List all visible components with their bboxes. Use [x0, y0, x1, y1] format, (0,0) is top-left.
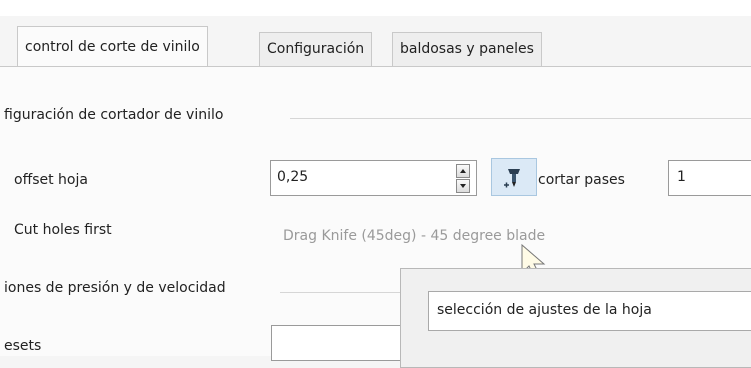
section-title-cutter: figuración de cortador de vinilo: [4, 107, 224, 123]
cut-passes-input[interactable]: 1: [668, 160, 751, 196]
tab-label: Configuración: [267, 41, 365, 57]
spin-up-button[interactable]: [456, 164, 470, 178]
presets-label: esets: [4, 338, 42, 354]
popup-title: selección de ajustes de la hoja: [437, 302, 652, 318]
arrow-down-icon: [460, 184, 466, 188]
arrow-up-icon: [460, 169, 466, 173]
tab-label: control de corte de vinilo: [25, 39, 200, 55]
section-divider: [280, 292, 400, 293]
window-top-strip: [0, 0, 751, 16]
section-title-pressure-speed: iones de presión y de velocidad: [4, 280, 226, 296]
spin-down-button[interactable]: [456, 179, 470, 193]
tab-configuracion[interactable]: Configuración: [259, 32, 373, 66]
spinner-buttons: [456, 164, 470, 194]
tab-label: baldosas y paneles: [400, 41, 534, 57]
cut-passes-value: 1: [677, 169, 686, 185]
cut-passes-label: cortar pases: [538, 172, 625, 188]
blade-offset-value: 0,25: [277, 169, 309, 185]
blade-preset-button[interactable]: [491, 158, 537, 196]
tab-tiles-panels[interactable]: baldosas y paneles: [392, 32, 542, 66]
tab-vinyl-cutter-control[interactable]: control de corte de vinilo: [17, 26, 208, 67]
section-divider: [290, 118, 751, 119]
drag-knife-icon: [504, 169, 520, 188]
blade-type-hint: Drag Knife (45deg) - 45 degree blade: [283, 228, 546, 244]
blade-offset-spinbox[interactable]: 0,25: [270, 160, 477, 196]
blade-settings-popup: selección de ajustes de la hoja: [400, 268, 751, 368]
popup-title-field[interactable]: selección de ajustes de la hoja: [428, 291, 751, 331]
blade-offset-label: offset hoja: [14, 172, 88, 188]
cut-holes-first-label: Cut holes first: [14, 222, 112, 238]
